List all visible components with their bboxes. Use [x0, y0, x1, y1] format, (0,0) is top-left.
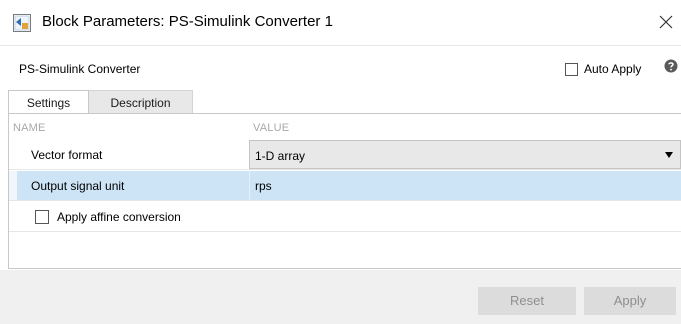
output-signal-unit-field[interactable]: rps — [249, 171, 681, 200]
apply-button[interactable]: Apply — [584, 287, 676, 315]
simulink-block-icon — [13, 14, 31, 32]
column-header-value: VALUE — [253, 122, 290, 134]
column-header-name: NAME — [13, 122, 46, 134]
vector-format-label: Vector format — [31, 148, 103, 162]
chevron-down-icon — [665, 152, 673, 158]
close-icon[interactable] — [656, 12, 676, 32]
auto-apply-checkbox[interactable]: Auto Apply — [565, 59, 641, 79]
title-bar: Block Parameters: PS-Simulink Converter … — [0, 0, 681, 46]
reset-button[interactable]: Reset — [478, 287, 576, 315]
help-icon[interactable] — [664, 59, 678, 73]
parameter-row-affine-conversion: Apply affine conversion — [9, 202, 681, 232]
parameter-panel: NAME VALUE Vector format 1-D array Outpu… — [8, 113, 681, 269]
checkbox-box[interactable] — [565, 62, 578, 76]
checkbox-box[interactable] — [35, 210, 49, 224]
vector-format-value: 1-D array — [255, 149, 306, 163]
window-title: Block Parameters: PS-Simulink Converter … — [42, 13, 333, 30]
apply-affine-conversion-label: Apply affine conversion — [57, 210, 181, 224]
row-selection-marker — [9, 171, 17, 200]
output-signal-unit-label: Output signal unit — [31, 179, 125, 193]
vector-format-dropdown[interactable]: 1-D array — [249, 140, 681, 169]
output-signal-unit-value: rps — [255, 179, 272, 193]
tab-bar: Settings Description — [8, 90, 681, 114]
block-header: PS-Simulink Converter Auto Apply — [8, 54, 681, 84]
dialog-footer: Reset Apply — [0, 270, 681, 324]
auto-apply-label: Auto Apply — [584, 62, 642, 76]
parameter-row-output-signal-unit[interactable]: Output signal unit rps — [9, 171, 681, 201]
block-name: PS-Simulink Converter — [19, 62, 141, 76]
apply-affine-conversion-checkbox[interactable]: Apply affine conversion — [35, 210, 181, 224]
tab-description[interactable]: Description — [89, 90, 193, 114]
tab-settings[interactable]: Settings — [8, 90, 89, 114]
parameter-row-vector-format: Vector format 1-D array — [9, 140, 681, 170]
